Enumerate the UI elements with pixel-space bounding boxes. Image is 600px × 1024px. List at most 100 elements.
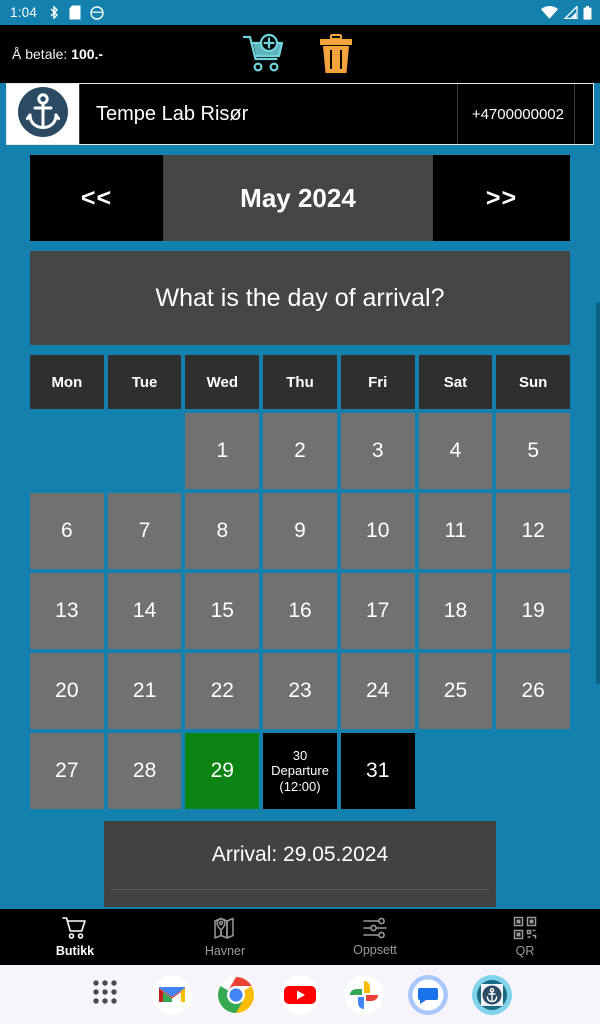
current-month-label: May 2024	[163, 155, 433, 241]
calendar-day-cell[interactable]: 25	[418, 653, 493, 729]
arrival-divider	[110, 889, 490, 890]
calendar-day-cell[interactable]: 13	[30, 573, 104, 649]
calendar-day-cell[interactable]: 29	[185, 733, 260, 809]
app-toolbar: Å betale: 100.-	[0, 25, 600, 83]
calendar-day-note-line1: Departure	[271, 763, 329, 779]
chrome-icon[interactable]	[216, 975, 256, 1015]
sd-card-icon	[69, 5, 81, 20]
calendar-week-row: 6 7 8 9 10 11 12	[30, 493, 571, 569]
scrollbar-thumb[interactable]	[596, 302, 600, 684]
nav-label-butikk: Butikk	[55, 944, 95, 958]
vendor-name: Tempe Lab Risør	[79, 84, 457, 144]
vendor-card[interactable]: Tempe Lab Risør +4700000002	[6, 83, 594, 145]
calendar-day-cell[interactable]: 26	[496, 653, 571, 729]
calendar-day-header: Tue	[107, 355, 182, 409]
calendar-cell-empty	[419, 733, 493, 809]
calendar-day-cell[interactable]: 2	[263, 413, 337, 489]
nav-item-oppsett[interactable]: Oppsett	[300, 909, 450, 965]
android-dock	[0, 965, 600, 1024]
arrival-summary-panel: Arrival: 29.05.2024	[104, 821, 496, 907]
qr-code-icon	[513, 916, 537, 940]
messages-icon[interactable]	[408, 974, 448, 1015]
nav-item-havner[interactable]: Havner	[150, 909, 300, 965]
scrollbar-track[interactable]	[596, 150, 600, 684]
anchor-app-icon[interactable]	[472, 974, 512, 1015]
calendar-day-cell[interactable]: 8	[185, 493, 260, 569]
arrival-question: What is the day of arrival?	[30, 251, 570, 345]
calendar-day-note-line2: (12:00)	[279, 778, 321, 794]
battery-icon	[583, 5, 592, 20]
calendar-day-cell[interactable]: 31	[340, 733, 415, 809]
calendar-day-header: Thu	[263, 355, 337, 409]
calendar-weeks: 1 2 3 4 5 6 7 8 9 10 11 12 13 14 15 16 17 18 19 20 21 22 23 24 2…	[30, 413, 571, 809]
calendar-day-cell[interactable]: 7	[107, 493, 182, 569]
app-drawer-icon[interactable]	[88, 975, 128, 1015]
calendar-day-cell[interactable]: 28	[107, 733, 182, 809]
gmail-icon[interactable]	[152, 974, 192, 1015]
calendar-day-cell[interactable]: 24	[340, 653, 415, 729]
calendar-day-cell[interactable]: 14	[107, 573, 182, 649]
shopping-cart-icon	[62, 916, 88, 940]
calendar-day-header: Mon	[30, 355, 104, 409]
vendor-phone: +4700000002	[456, 84, 575, 144]
vendor-header: Tempe Lab Risør +4700000002	[0, 83, 600, 145]
cellular-signal-icon	[563, 6, 578, 19]
add-to-cart-button[interactable]	[242, 33, 290, 75]
circle-icon	[90, 5, 104, 20]
calendar-day-cell[interactable]: 17	[340, 573, 415, 649]
calendar-day-header: Fri	[340, 355, 415, 409]
delete-cart-button[interactable]	[314, 32, 358, 76]
trash-can-icon	[314, 34, 358, 79]
calendar-day-cell[interactable]: 3	[340, 413, 415, 489]
cart-plus-icon	[242, 33, 290, 78]
calendar-week-row: 27 28 29 30 Departure (12:00) 31	[30, 733, 570, 809]
calendar-day-number: 30	[292, 748, 308, 763]
google-photos-icon[interactable]	[344, 974, 384, 1015]
amount-due-label: Å betale: 100.-	[12, 46, 103, 62]
app-screen: 1:04 Å betale: 100.- Tempe Lab Risør +47…	[0, 0, 600, 1024]
next-month-button[interactable]: >>	[433, 155, 570, 241]
calendar-day-cell[interactable]: 20	[30, 653, 104, 729]
calendar-day-cell[interactable]: 21	[107, 653, 182, 729]
vendor-logo	[7, 84, 79, 144]
calendar-day-cell[interactable]: 12	[496, 493, 571, 569]
amount-due-text: Å betale:	[12, 46, 68, 62]
main-content: << May 2024 >> What is the day of arriva…	[0, 145, 600, 907]
calendar-day-header: Sun	[496, 355, 571, 409]
calendar-day-cell[interactable]: 15	[185, 573, 260, 649]
calendar-day-cell[interactable]: 22	[185, 653, 260, 729]
calendar-grid: Mon Tue Wed Thu Fri Sat Sun 1 2 3 4 5 6 7 8 9 10 11 12 13 1…	[30, 355, 571, 809]
android-status-bar: 1:04	[0, 0, 600, 25]
calendar-cell-empty	[108, 413, 182, 489]
previous-month-button[interactable]: <<	[30, 155, 163, 241]
month-navigation: << May 2024 >>	[30, 155, 570, 241]
nav-label-oppsett: Oppsett	[353, 943, 397, 957]
bottom-navigation: Butikk Havner Oppsett QR	[0, 909, 600, 965]
calendar-day-cell[interactable]: 1	[185, 413, 260, 489]
calendar-cell-empty	[30, 413, 104, 489]
calendar-week-row: 20 21 22 23 24 25 26	[30, 653, 571, 729]
calendar-day-cell[interactable]: 5	[496, 413, 571, 489]
calendar-day-cell[interactable]: 6	[30, 493, 104, 569]
nav-item-butikk[interactable]: Butikk	[0, 909, 150, 965]
calendar-day-cell[interactable]: 18	[418, 573, 493, 649]
vendor-card-spacer	[575, 84, 593, 144]
calendar-day-cell[interactable]: 11	[418, 493, 493, 569]
wifi-icon	[541, 6, 558, 19]
arrival-summary-text: Arrival: 29.05.2024	[211, 843, 389, 866]
calendar-day-headers: Mon Tue Wed Thu Fri Sat Sun	[30, 355, 571, 409]
calendar-day-cell[interactable]: 30 Departure (12:00)	[263, 733, 337, 809]
youtube-icon[interactable]	[280, 974, 320, 1015]
calendar-day-cell[interactable]: 16	[263, 573, 337, 649]
sliders-icon	[362, 917, 388, 939]
calendar-day-cell[interactable]: 27	[30, 733, 104, 809]
calendar-day-cell[interactable]: 19	[496, 573, 571, 649]
nav-item-qr[interactable]: QR	[450, 909, 600, 965]
calendar-day-cell[interactable]: 9	[263, 493, 337, 569]
calendar-day-cell[interactable]: 10	[340, 493, 415, 569]
bluetooth-icon	[49, 5, 60, 20]
calendar-day-cell[interactable]: 23	[263, 653, 337, 729]
calendar-day-cell[interactable]: 4	[418, 413, 493, 489]
calendar-week-row: 13 14 15 16 17 18 19	[30, 573, 571, 649]
nav-label-havner: Havner	[204, 944, 246, 958]
